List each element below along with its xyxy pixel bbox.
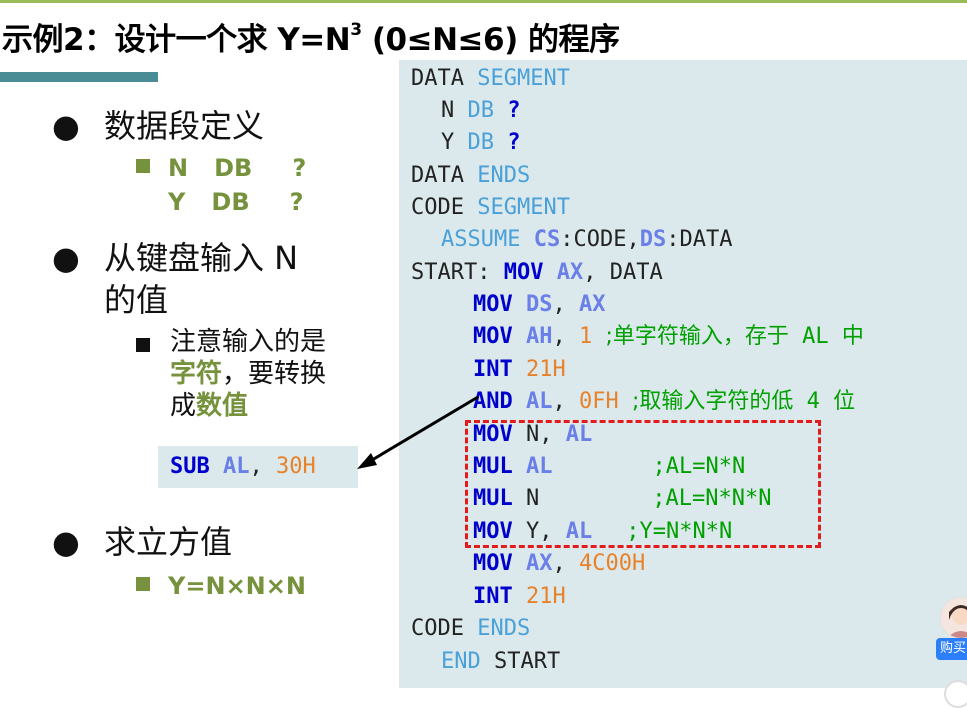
bullet-text-line2: 的值 [104, 281, 169, 319]
code-line: N DB ? [441, 98, 521, 123]
buy-button[interactable]: 购买 [936, 638, 967, 660]
input-note: 注意输入的是 字符，要转换 成数值 [170, 327, 327, 421]
code-line: INT 21H [473, 584, 566, 609]
square-bullet-icon [136, 577, 150, 591]
slide-title: 示例2：设计一个求 Y=N3 (0≤N≤6) 的程序 [2, 19, 620, 58]
code-line: END START [441, 649, 561, 674]
code-line: START: MOV AX, DATA [411, 260, 663, 285]
square-bullet-icon [136, 338, 150, 352]
bullet-text-line1: 从键盘输入 N [104, 239, 299, 277]
code-line: DATA ENDS [411, 163, 531, 188]
code-line: INT 21H [473, 357, 566, 382]
code-line: ASSUME CS:CODE,DS:DATA [441, 227, 733, 252]
bullet-dot: ● [52, 523, 80, 561]
code-line: AND AL, 0FH ;取输入字符的低 4 位 [473, 389, 856, 414]
code-line: MOV AH, 1 ;单字符输入，存于 AL 中 [473, 324, 864, 349]
data-def-row-n: N DB? [136, 154, 306, 182]
data-def-row-y: Y DB? [168, 188, 304, 216]
assembly-listing: DATA SEGMENT N DB ? Y DB ? DATA ENDS COD… [399, 60, 864, 674]
code-line: CODE ENDS [411, 616, 531, 641]
code-line: MOV AX, 4C00H [473, 551, 646, 576]
bullet-text: 数据段定义 [104, 107, 265, 145]
arrow-icon [357, 395, 479, 469]
code-line: Y DB ? [441, 130, 521, 155]
scroll-handle[interactable] [944, 680, 967, 708]
code-line: CODE SEGMENT [411, 195, 570, 220]
top-rule [0, 0, 967, 3]
person-icon [947, 605, 967, 638]
code-line: MOV DS, AX [473, 292, 606, 317]
bullet-dot: ● [52, 107, 80, 145]
square-bullet-icon [136, 159, 150, 173]
cube-formula: Y=N×N×N [136, 572, 306, 600]
code-panel: DATA SEGMENT N DB ? Y DB ? DATA ENDS COD… [399, 60, 967, 688]
bullet-dot: ● [52, 239, 80, 277]
code-line: DATA SEGMENT [411, 66, 570, 91]
title-accent-bar [0, 72, 158, 82]
highlight-dashed-box [465, 420, 821, 548]
sub-instruction-box: SUB AL, 30H [158, 446, 358, 488]
bullet-text: 求立方值 [104, 523, 233, 561]
